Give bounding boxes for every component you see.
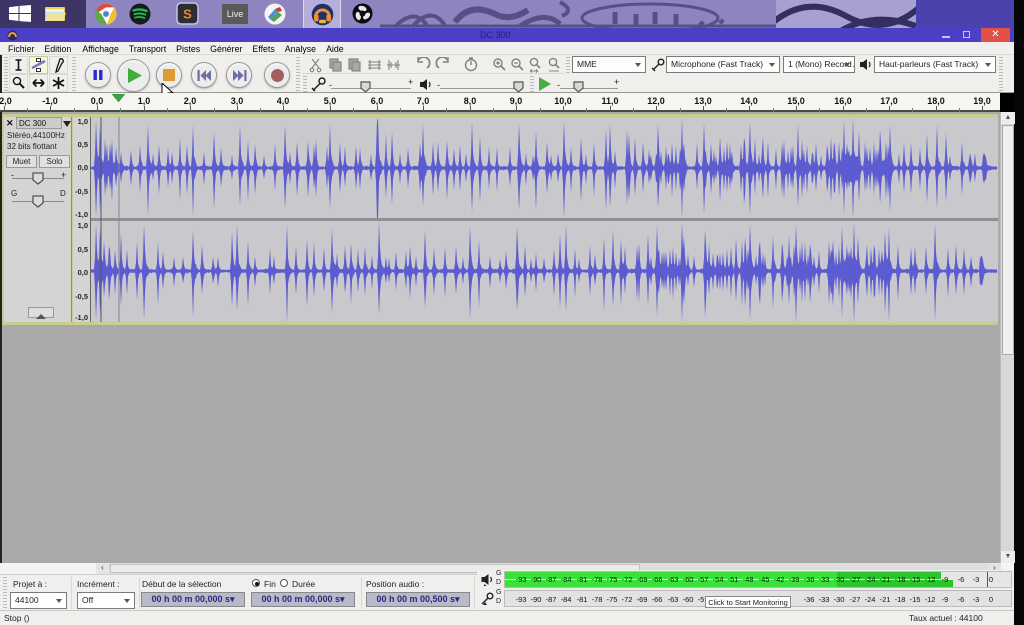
svg-text:S: S (183, 7, 192, 22)
